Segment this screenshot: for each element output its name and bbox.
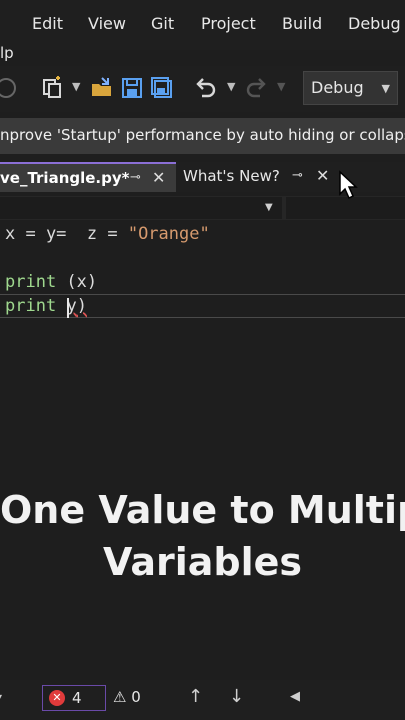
solution-configuration-select[interactable]: Debug ▼ xyxy=(303,71,398,105)
info-bar-message: nprove 'Startup' performance by auto hid… xyxy=(0,126,405,144)
new-project-chevron-icon[interactable]: ▼ xyxy=(72,80,80,93)
warning-count: 0 xyxy=(131,688,141,706)
caption-line-2: Variables xyxy=(103,540,302,584)
menu-item-build[interactable]: Build xyxy=(282,14,322,33)
new-project-icon[interactable] xyxy=(40,76,64,100)
keyword-token: print xyxy=(5,296,57,316)
configuration-value: Debug xyxy=(311,78,364,97)
text-caret xyxy=(67,298,69,318)
tab-label: What's New? xyxy=(183,167,280,185)
arrow-left-icon[interactable]: ◀ xyxy=(290,689,300,704)
keyword-token: print xyxy=(5,272,57,292)
code-token: (x) xyxy=(56,272,98,292)
info-bar: nprove 'Startup' performance by auto hid… xyxy=(0,118,405,154)
menu-item-git[interactable]: Git xyxy=(151,14,174,33)
menu-bar: lp Edit View Git Project Build Debug xyxy=(0,0,405,62)
scope-dropdown[interactable]: ▼ xyxy=(0,197,282,219)
error-count: 4 xyxy=(72,689,82,707)
undo-icon[interactable] xyxy=(194,76,218,100)
code-line-2: print (x) xyxy=(5,272,97,292)
menu-item-edit[interactable]: Edit xyxy=(32,14,63,33)
tab-triangle-py[interactable]: ve_Triangle.py* ⊸ ✕ xyxy=(0,162,176,192)
string-token: "Orange" xyxy=(127,224,210,244)
error-token: ) xyxy=(76,296,87,316)
tab-label: ve_Triangle.py* xyxy=(0,169,130,187)
arrow-down-icon[interactable]: ↓ xyxy=(229,686,244,707)
caption-line-1: One Value to Multip xyxy=(0,488,405,532)
close-icon[interactable]: ✕ xyxy=(316,166,329,185)
close-icon[interactable]: ✕ xyxy=(152,168,165,187)
menu-item-project[interactable]: Project xyxy=(201,14,256,33)
error-count-badge[interactable]: ✕ 4 xyxy=(42,685,106,711)
tab-whats-new[interactable]: What's New? ⊸ ✕ xyxy=(176,162,344,192)
toolbar: ▼ ▼ ▼ Debug ▼ xyxy=(0,66,405,112)
save-all-icon[interactable] xyxy=(150,76,174,100)
save-icon[interactable] xyxy=(120,76,144,100)
redo-chevron-icon[interactable]: ▼ xyxy=(277,80,285,93)
code-line-1: x = y= z = "Orange" xyxy=(5,224,210,244)
chevron-down-icon: ▼ xyxy=(265,202,273,213)
open-folder-icon[interactable] xyxy=(90,76,114,100)
back-nav-icon[interactable] xyxy=(0,76,18,100)
chevron-down-icon[interactable]: ▾ xyxy=(0,690,2,704)
redo-icon[interactable] xyxy=(244,76,268,100)
code-editor[interactable]: x = y= z = "Orange" print (x) print y) O… xyxy=(0,222,405,680)
status-bar: ▾ ✕ 4 ⚠ 0 ↑ ↓ ◀ xyxy=(0,680,405,720)
arrow-up-icon[interactable]: ↑ xyxy=(188,686,203,707)
member-dropdown[interactable] xyxy=(286,197,405,219)
error-icon: ✕ xyxy=(49,690,65,706)
pin-icon[interactable]: ⊸ xyxy=(130,170,141,185)
warning-count-badge[interactable]: ⚠ 0 xyxy=(113,688,141,706)
menu-item-debug[interactable]: Debug xyxy=(348,14,401,33)
pin-icon[interactable]: ⊸ xyxy=(292,168,303,183)
warning-icon: ⚠ xyxy=(113,688,127,706)
chevron-down-icon: ▼ xyxy=(381,82,390,95)
mouse-pointer-icon xyxy=(339,170,358,200)
code-token: x = y= z = xyxy=(5,224,128,244)
code-line-3: print y) xyxy=(5,296,87,316)
menu-item-help-partial[interactable]: lp xyxy=(0,44,14,62)
menu-item-view[interactable]: View xyxy=(88,14,126,33)
undo-chevron-icon[interactable]: ▼ xyxy=(227,80,235,93)
